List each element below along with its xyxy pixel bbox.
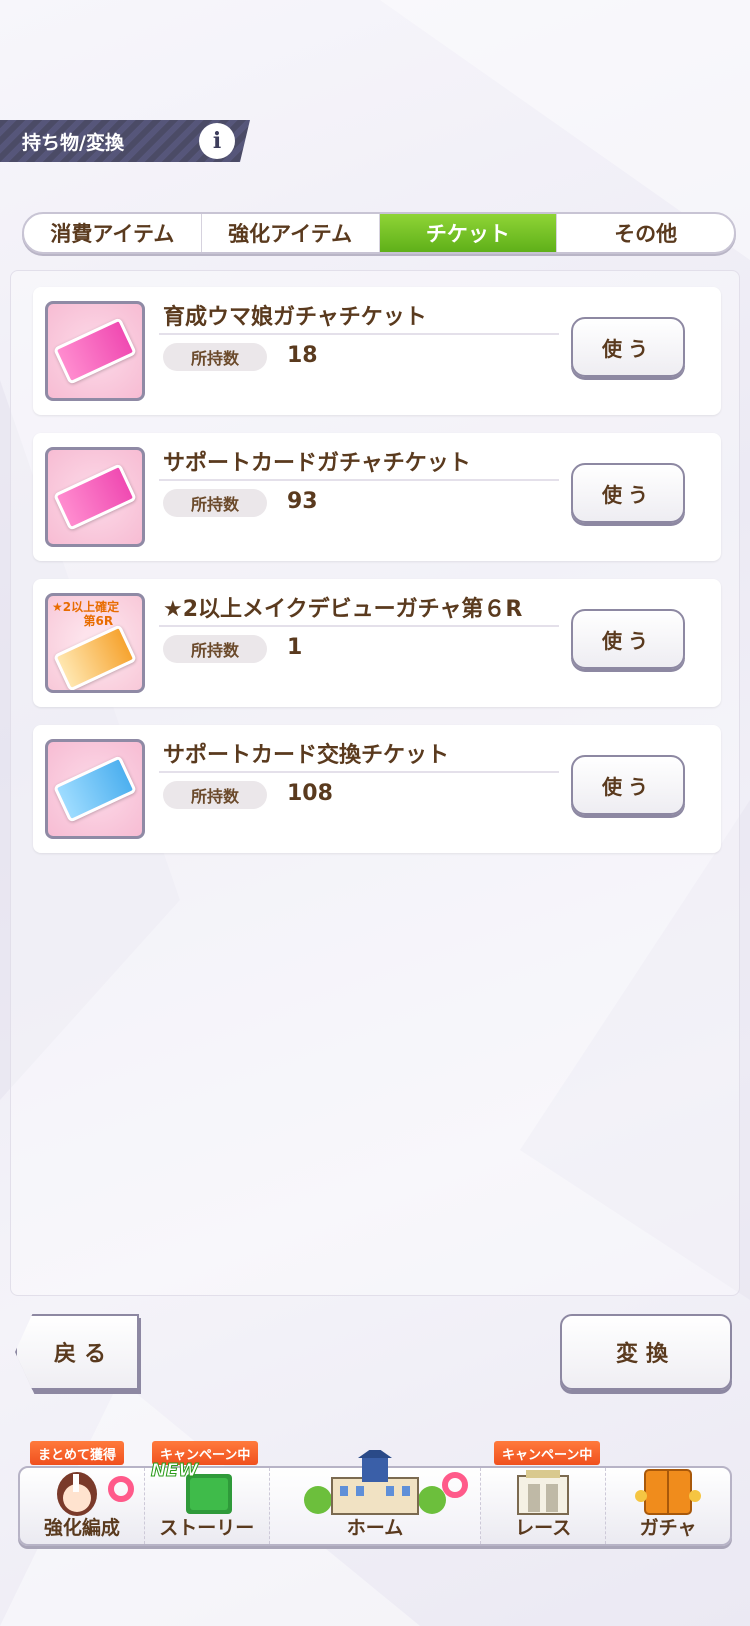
nav-item-enhance[interactable]: 強化編成 [20, 1468, 145, 1544]
nav-item-gacha[interactable]: ガチャ [606, 1468, 730, 1544]
nav-ring-icon [108, 1476, 134, 1502]
divider [159, 479, 559, 481]
nav-item-story[interactable]: NEW ストーリー [145, 1460, 270, 1544]
list-item: 育成ウマ娘ガチャチケット 所持数 18 使う [33, 287, 721, 415]
owned-label: 所持数 [163, 781, 267, 809]
new-badge: NEW [150, 1460, 199, 1482]
bottom-nav: 強化編成 NEW ストーリー ホーム レース ガチャ [18, 1450, 732, 1546]
pink-ticket-icon [45, 447, 145, 547]
badge-line: ★2以上確定 [52, 600, 120, 614]
pink-ticket-icon [45, 301, 145, 401]
category-tabs: 消費アイテム 強化アイテム チケット その他 [22, 212, 736, 254]
blue-ticket-icon [45, 739, 145, 839]
race-gate-icon [517, 1470, 570, 1515]
item-list-panel: 育成ウマ娘ガチャチケット 所持数 18 使う サポートカードガチャチケット 所持… [10, 270, 740, 1296]
character-avatar-icon [56, 1472, 97, 1516]
school-building-icon [304, 1450, 446, 1515]
item-name: サポートカードガチャチケット [163, 451, 471, 476]
use-button[interactable]: 使う [571, 317, 685, 377]
owned-label: 所持数 [163, 343, 267, 371]
use-button[interactable]: 使う [571, 609, 685, 669]
item-name: ★2以上メイクデビューガチャ第６R [163, 597, 523, 622]
use-button[interactable]: 使う [571, 755, 685, 815]
item-name: 育成ウマ娘ガチャチケット [163, 305, 427, 330]
owned-count: 18 [287, 343, 318, 368]
nav-item-race[interactable]: レース [481, 1468, 607, 1544]
divider [159, 771, 559, 773]
back-button[interactable]: 戻る [15, 1314, 139, 1390]
screen-title-tag: 持ち物/変換 i [0, 120, 250, 162]
nav-ring-icon [441, 1472, 468, 1498]
badge-line: 第6R [83, 614, 114, 628]
owned-label: 所持数 [163, 635, 267, 663]
owned-count: 93 [287, 489, 318, 514]
nav-label: ガチャ [639, 1517, 697, 1539]
tab-tickets[interactable]: チケット [379, 214, 558, 252]
tab-enhancement[interactable]: 強化アイテム [202, 214, 380, 252]
tab-consumables[interactable]: 消費アイテム [24, 214, 202, 252]
nav-tag-race: キャンペーン中 [494, 1441, 601, 1465]
use-button[interactable]: 使う [571, 463, 685, 523]
nav-label: ストーリー [159, 1517, 255, 1539]
nav-tag-enhance: まとめて獲得 [30, 1441, 125, 1465]
owned-label: 所持数 [163, 489, 267, 517]
convert-button[interactable]: 変換 [560, 1314, 732, 1390]
nav-item-home[interactable]: ホーム [269, 1450, 482, 1544]
owned-count: 1 [287, 635, 303, 660]
orange-ticket-icon: ★2以上確定 第6R [45, 593, 145, 693]
list-item: サポートカードガチャチケット 所持数 93 使う [33, 433, 721, 561]
tab-other[interactable]: その他 [557, 214, 734, 252]
info-icon[interactable]: i [199, 123, 235, 159]
list-item: ★2以上確定 第6R ★2以上メイクデビューガチャ第６R 所持数 1 使う [33, 579, 721, 707]
page-title: 持ち物/変換 [22, 131, 124, 154]
nav-label: 強化編成 [43, 1517, 120, 1539]
gacha-door-icon [635, 1469, 702, 1515]
divider [159, 625, 559, 627]
guarantee-badge: ★2以上確定 第6R [52, 600, 119, 628]
list-item: サポートカード交換チケット 所持数 108 使う [33, 725, 721, 853]
owned-count: 108 [287, 781, 333, 806]
nav-label: ホーム [346, 1517, 404, 1539]
nav-label: レース [515, 1517, 572, 1539]
divider [159, 333, 559, 335]
item-name: サポートカード交換チケット [163, 743, 450, 768]
